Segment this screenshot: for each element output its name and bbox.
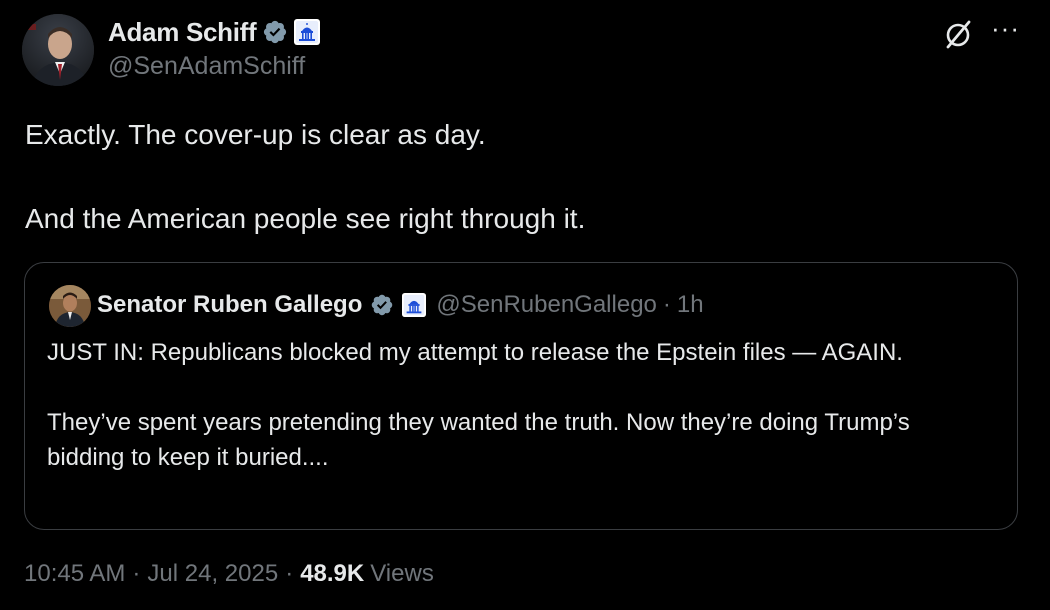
tweet: Adam Schiff @SenAdamSchiff ··· Exactly. … — [0, 0, 1050, 610]
quoted-header: Senator Ruben Gallego @SenRubenGallego ·… — [97, 287, 704, 323]
tweet-text: Exactly. The cover-up is clear as day. A… — [25, 114, 1015, 240]
government-affiliation-icon[interactable] — [294, 19, 321, 45]
more-options-icon[interactable]: ··· — [991, 15, 1020, 41]
tweet-time[interactable]: 10:45 AM — [24, 560, 125, 588]
views-label[interactable]: Views — [370, 560, 434, 588]
footer-separator: · — [285, 560, 294, 587]
grok-icon[interactable] — [943, 18, 975, 50]
quoted-author-handle[interactable]: @SenRubenGallego — [436, 291, 657, 319]
author-handle[interactable]: @SenAdamSchiff — [108, 52, 305, 81]
government-affiliation-icon[interactable] — [402, 293, 427, 317]
tweet-text-line: And the American people see right throug… — [25, 203, 586, 234]
tweet-actions-top: ··· — [943, 15, 1020, 50]
author-name-row: Adam Schiff — [108, 14, 321, 50]
footer-separator: · — [132, 560, 141, 587]
quoted-author-name[interactable]: Senator Ruben Gallego — [97, 291, 362, 319]
verified-badge-icon[interactable] — [262, 19, 288, 45]
quoted-text-line: JUST IN: Republicans blocked my attempt … — [47, 339, 903, 366]
quoted-text-line: They’ve spent years pretending they want… — [47, 409, 910, 471]
author-avatar[interactable] — [22, 14, 94, 86]
avatar-image — [22, 14, 94, 86]
author-name[interactable]: Adam Schiff — [108, 17, 257, 48]
quoted-separator: · — [662, 291, 671, 318]
tweet-metadata: 10:45 AM · Jul 24, 2025 · 48.9K Views — [24, 560, 434, 588]
quoted-tweet-text: JUST IN: Republicans blocked my attempt … — [47, 335, 987, 475]
quoted-author-avatar[interactable] — [49, 285, 91, 327]
quoted-avatar-image — [49, 285, 91, 327]
quoted-tweet-card[interactable]: Senator Ruben Gallego @SenRubenGallego ·… — [24, 262, 1018, 530]
verified-badge-icon[interactable] — [370, 293, 394, 317]
tweet-text-line: Exactly. The cover-up is clear as day. — [25, 119, 486, 150]
tweet-date[interactable]: Jul 24, 2025 — [147, 560, 278, 588]
quoted-timestamp[interactable]: 1h — [677, 291, 704, 319]
views-count[interactable]: 48.9K — [300, 560, 364, 588]
